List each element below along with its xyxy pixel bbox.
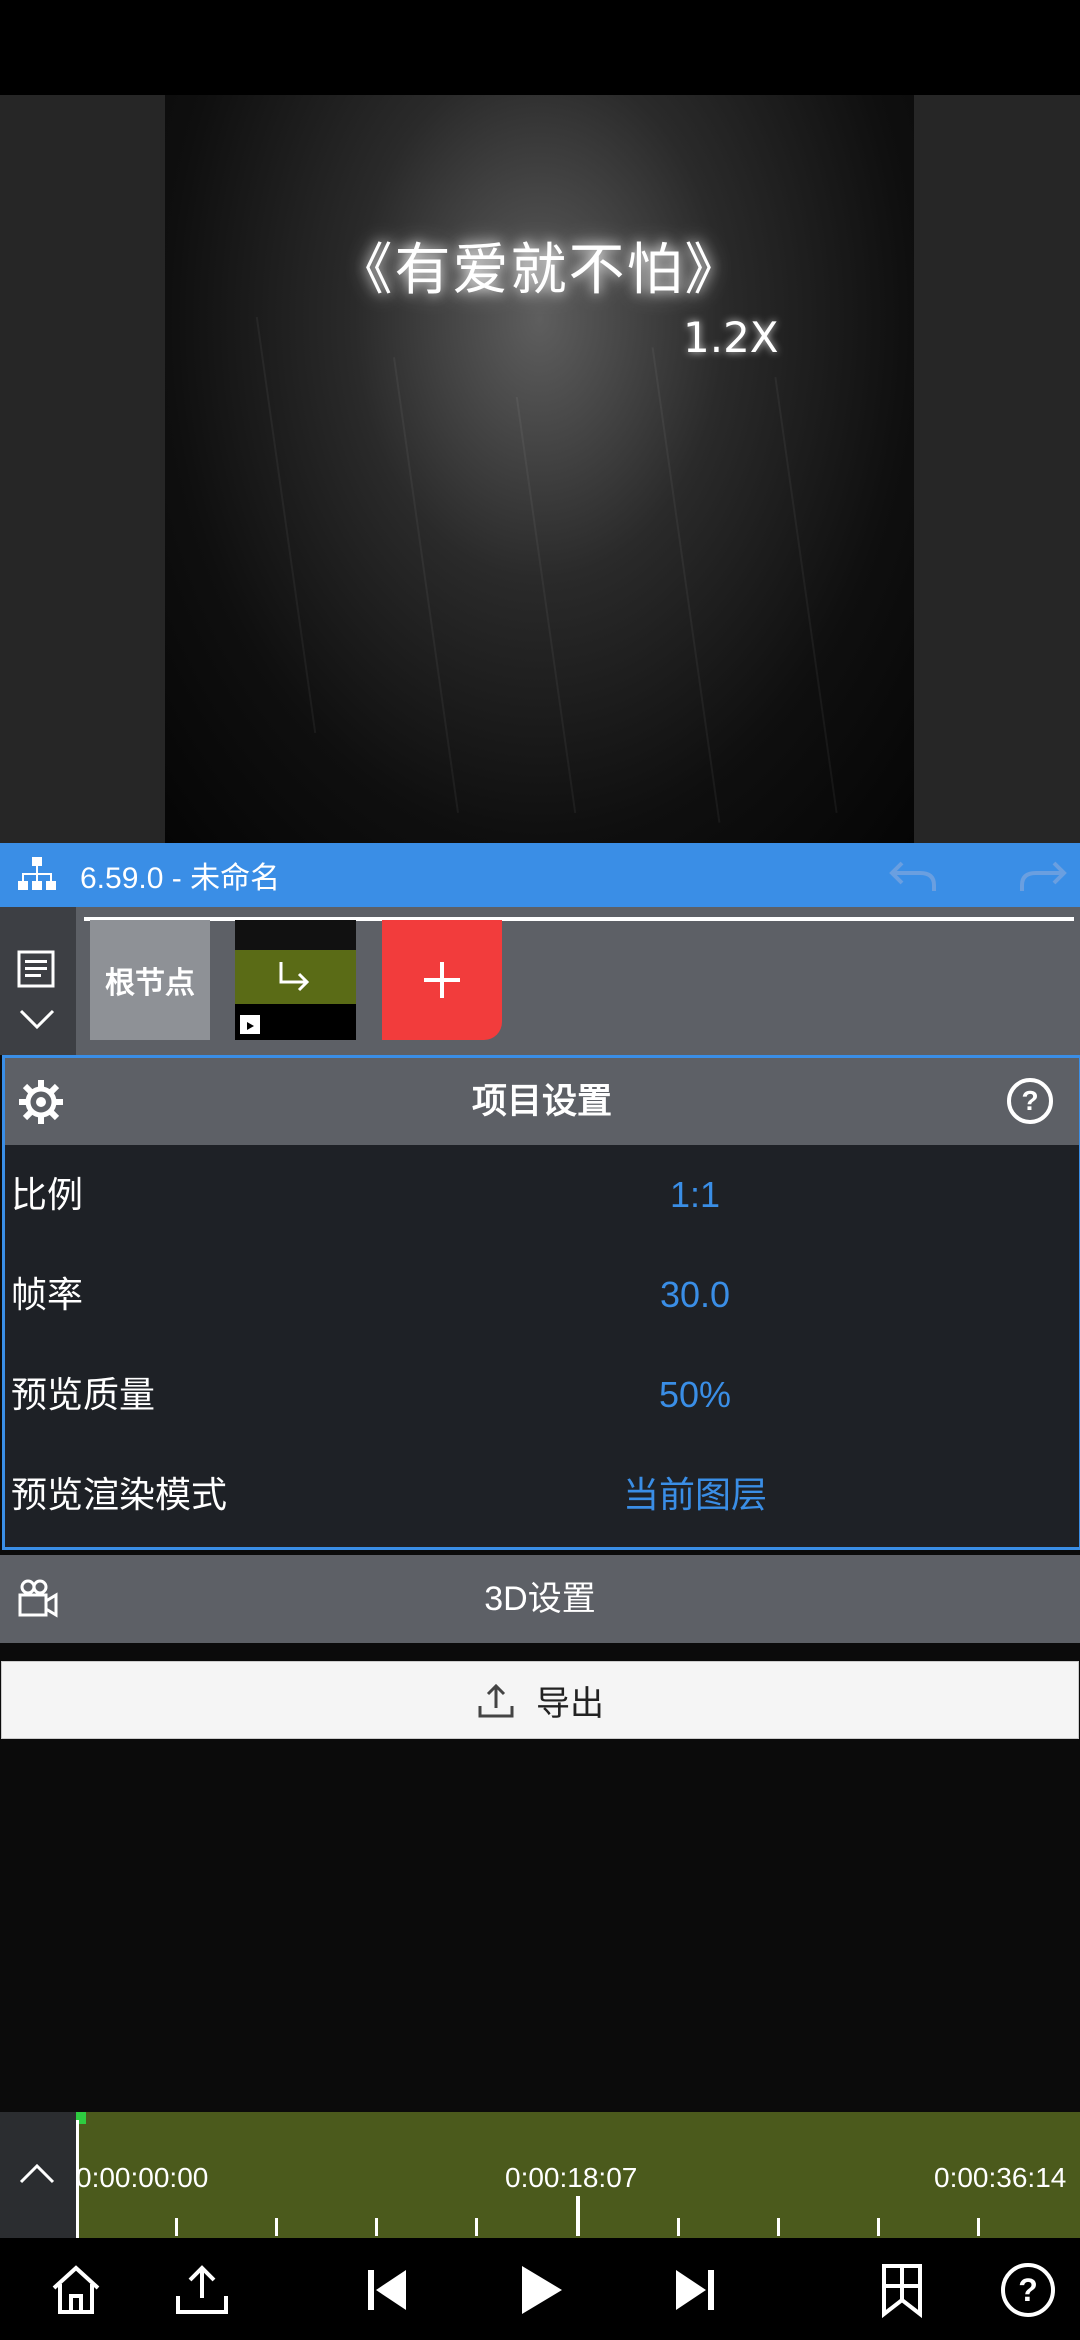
timeline-time-label: 0:00:36:14	[934, 2162, 1067, 2193]
project-settings-header: 项目设置 ?	[5, 1058, 1079, 1145]
video-clip-icon	[240, 1015, 260, 1034]
project-settings-panel: 项目设置 ? 比例 1:1 帧率 30.0 预览质量 50% 预览渲染模式 当前…	[2, 1055, 1080, 1550]
upload-icon	[478, 1683, 514, 1718]
project-settings-title: 项目设置	[471, 1082, 612, 1121]
export-button[interactable]: 导出	[1, 1661, 1079, 1739]
timeline-tick	[777, 2218, 780, 2236]
clip-thumbnail-top	[235, 920, 356, 950]
setting-value[interactable]: 当前图层	[495, 1445, 895, 1545]
preview-title-text: 《有爱就不怕》	[336, 238, 743, 303]
setting-row-render-mode[interactable]: 预览渲染模式 当前图层	[5, 1445, 1079, 1545]
setting-label: 比例	[11, 1174, 84, 1215]
home-icon[interactable]	[46, 2260, 106, 2320]
skip-forward-icon[interactable]	[664, 2260, 724, 2320]
setting-label: 帧率	[11, 1274, 84, 1315]
project-title: 6.59.0 - 未命名	[80, 862, 281, 895]
node-strip-toggle[interactable]	[0, 907, 76, 1055]
setting-value[interactable]: 30.0	[495, 1245, 895, 1345]
video-preview[interactable]: 《有爱就不怕》 1.2X	[165, 95, 914, 843]
timeline-expand-toggle[interactable]	[0, 2112, 76, 2238]
setting-row-ratio[interactable]: 比例 1:1	[5, 1145, 1079, 1245]
preview-top-bar	[0, 0, 1080, 95]
three-d-settings-title: 3D设置	[484, 1580, 596, 1618]
bookmark-icon[interactable]	[872, 2260, 932, 2320]
timeline-playhead[interactable]	[576, 2196, 580, 2236]
setting-label: 预览质量	[11, 1374, 156, 1415]
setting-row-framerate[interactable]: 帧率 30.0	[5, 1245, 1079, 1345]
clip-thumbnail-bottom	[235, 1004, 356, 1040]
setting-row-preview-quality[interactable]: 预览质量 50%	[5, 1345, 1079, 1445]
clip-node[interactable]	[235, 920, 356, 1040]
share-icon[interactable]	[172, 2260, 232, 2320]
timeline-tick	[475, 2218, 478, 2236]
add-node-button[interactable]	[382, 920, 502, 1040]
clip-thumbnail-track	[235, 950, 356, 1004]
help-icon[interactable]: ?	[998, 2260, 1058, 2320]
bottom-toolbar: ?	[0, 2238, 1080, 2340]
root-node[interactable]: 根节点	[90, 920, 210, 1040]
timeline-tick	[275, 2218, 278, 2236]
plus-icon	[424, 962, 460, 998]
timeline-tick	[375, 2218, 378, 2236]
redo-icon[interactable]	[1016, 853, 1068, 897]
setting-value[interactable]: 1:1	[495, 1145, 895, 1245]
preview-speed-text: 1.2X	[683, 313, 779, 362]
list-icon	[17, 950, 55, 988]
chevron-down-icon	[19, 1009, 55, 1030]
timeline-tick	[977, 2218, 980, 2236]
chevron-up-icon	[19, 2163, 55, 2184]
skip-back-icon[interactable]	[358, 2260, 418, 2320]
three-d-settings-bar[interactable]: 3D设置	[0, 1555, 1080, 1643]
export-label: 导出	[536, 1684, 604, 1723]
node-tree-icon[interactable]	[16, 854, 58, 896]
svg-text:?: ?	[1021, 1085, 1038, 1116]
setting-value[interactable]: 50%	[495, 1345, 895, 1445]
setting-label: 预览渲染模式	[11, 1474, 228, 1515]
timeline-tick	[175, 2218, 178, 2236]
help-icon[interactable]: ?	[1005, 1076, 1055, 1126]
timeline-tick	[677, 2218, 680, 2236]
project-bar: 6.59.0 - 未命名	[0, 843, 1080, 907]
timeline-tick	[877, 2218, 880, 2236]
timeline-time-label: 0:00:00:00	[76, 2162, 209, 2193]
link-arrow-icon	[279, 962, 310, 992]
timeline-time-label: 0:00:18:07	[505, 2162, 638, 2193]
play-icon[interactable]	[510, 2260, 570, 2320]
undo-icon[interactable]	[888, 853, 940, 897]
node-strip-divider	[84, 917, 1074, 921]
svg-text:?: ?	[1018, 2272, 1038, 2308]
